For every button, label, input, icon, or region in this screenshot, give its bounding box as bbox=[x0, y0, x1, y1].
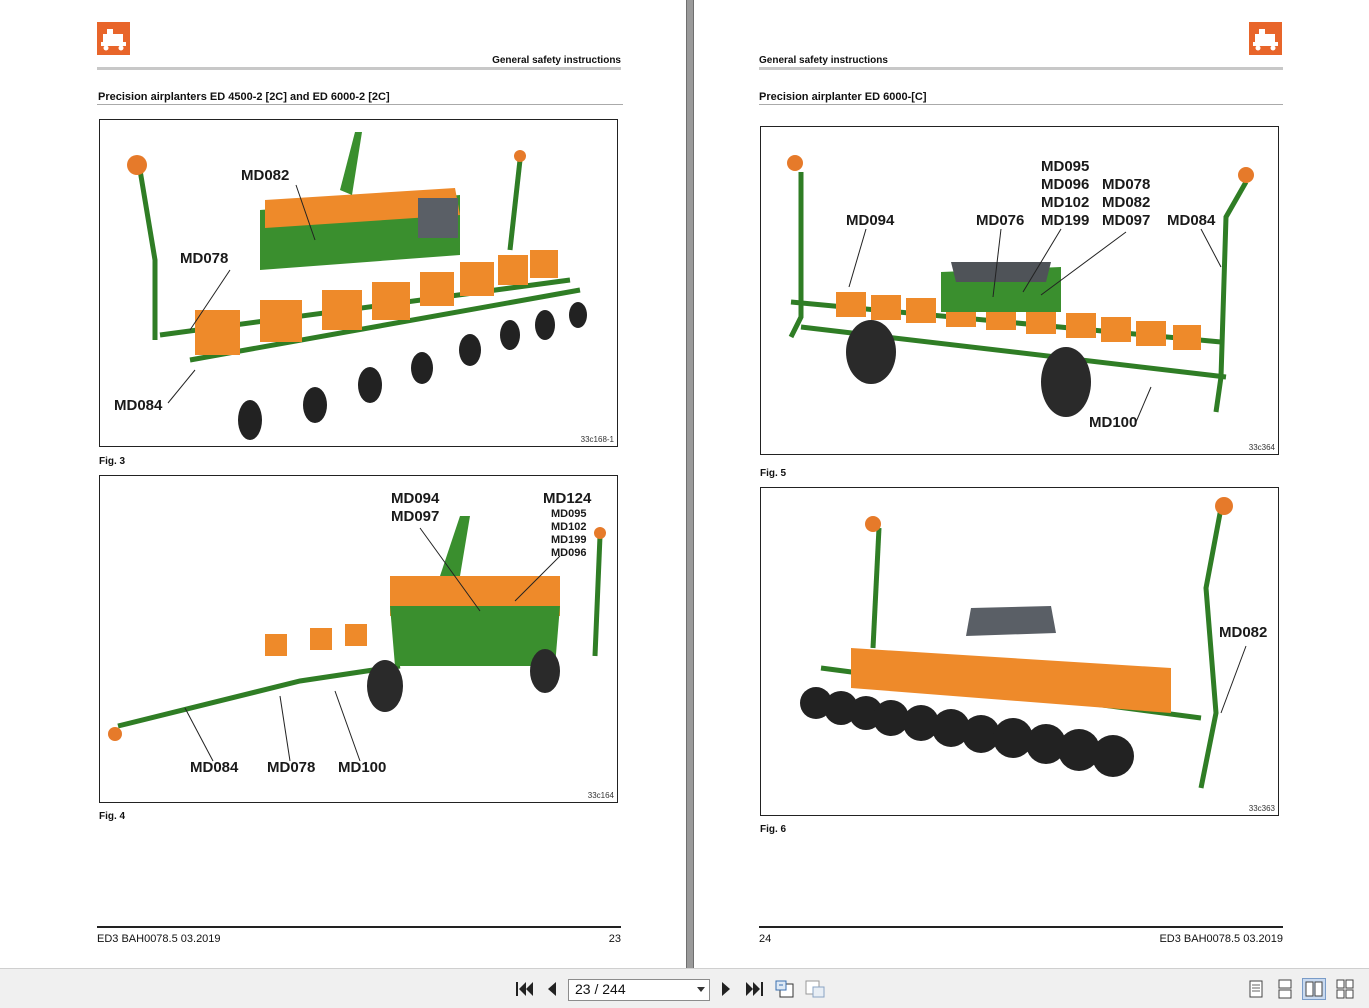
page-header-title: General safety instructions bbox=[759, 55, 888, 66]
callout-md084: MD084 bbox=[1167, 212, 1216, 229]
figure-6-image: MD082 33c363 bbox=[760, 487, 1279, 816]
callout-md078: MD078 bbox=[180, 250, 229, 267]
chevron-down-icon bbox=[697, 987, 705, 992]
callout-md095: MD095 bbox=[1041, 158, 1090, 175]
callout-md097: MD097 bbox=[391, 508, 440, 525]
page-number-select[interactable]: 23 / 244 bbox=[568, 979, 710, 1001]
callout-md084: MD084 bbox=[114, 397, 163, 414]
callout-md100: MD100 bbox=[1089, 414, 1138, 431]
callout-md199: MD199 bbox=[1041, 212, 1090, 229]
figure-code: 33c168-1 bbox=[580, 435, 614, 444]
figure-code: 33c164 bbox=[587, 791, 614, 800]
figure-code: 33c364 bbox=[1248, 443, 1275, 452]
callout-md096: MD096 bbox=[1041, 176, 1090, 193]
figure-3-image: MD082 MD078 MD084 33c168-1 bbox=[99, 119, 618, 447]
single-page-view-icon[interactable] bbox=[1244, 978, 1268, 1000]
footer-rule bbox=[759, 926, 1283, 928]
two-page-continuous-view-icon[interactable] bbox=[1333, 978, 1357, 1000]
figure-caption: Fig. 6 bbox=[760, 824, 787, 835]
page-divider bbox=[686, 0, 694, 968]
viewer-toolbar: 23 / 244 bbox=[0, 968, 1369, 1008]
amazone-logo bbox=[97, 22, 130, 55]
callout-md102: MD102 bbox=[1041, 194, 1090, 211]
right-page: General safety instructions Precision ai… bbox=[694, 0, 1369, 968]
figure-5-image: MD095 MD096 MD078 MD102 MD082 MD094 MD07… bbox=[760, 126, 1279, 455]
callout-md096: MD096 bbox=[551, 547, 587, 559]
figure-caption: Fig. 4 bbox=[99, 811, 126, 822]
callout-md095: MD095 bbox=[551, 508, 587, 520]
amazone-logo bbox=[1249, 22, 1282, 55]
footer-doc-ref: ED3 BAH0078.5 03.2019 bbox=[97, 933, 221, 945]
section-rule bbox=[759, 104, 1283, 105]
go-back-view-icon[interactable] bbox=[773, 978, 797, 1000]
footer-rule bbox=[97, 926, 621, 928]
header-rule bbox=[759, 67, 1283, 70]
callout-md097: MD097 bbox=[1102, 212, 1151, 229]
callout-md100: MD100 bbox=[338, 759, 387, 776]
callout-md082: MD082 bbox=[241, 167, 290, 184]
callout-md078: MD078 bbox=[1102, 176, 1151, 193]
section-title: Precision airplanters ED 4500-2 [2C] and… bbox=[98, 91, 390, 103]
callout-md078: MD078 bbox=[267, 759, 316, 776]
previous-page-icon[interactable] bbox=[540, 978, 564, 1000]
callout-md094: MD094 bbox=[391, 490, 440, 507]
page-number: 24 bbox=[759, 933, 772, 945]
next-page-icon[interactable] bbox=[714, 978, 738, 1000]
callout-md076: MD076 bbox=[976, 212, 1025, 229]
callout-md199: MD199 bbox=[551, 534, 587, 546]
callout-md094: MD094 bbox=[846, 212, 895, 229]
figure-caption: Fig. 5 bbox=[760, 468, 787, 479]
callout-md084: MD084 bbox=[190, 759, 239, 776]
figure-code: 33c363 bbox=[1248, 804, 1275, 813]
page-number: 23 bbox=[608, 933, 621, 945]
callout-md082: MD082 bbox=[1219, 624, 1268, 641]
last-page-icon[interactable] bbox=[743, 978, 767, 1000]
first-page-icon[interactable] bbox=[512, 978, 536, 1000]
go-forward-view-icon[interactable] bbox=[803, 978, 827, 1000]
section-title: Precision airplanter ED 6000-[C] bbox=[759, 91, 927, 103]
callout-md082: MD082 bbox=[1102, 194, 1151, 211]
section-rule bbox=[97, 104, 623, 105]
figure-4-image: MD094 MD097 MD124 MD095 MD102 MD199 MD09… bbox=[99, 475, 618, 803]
page-indicator: 23 / 244 bbox=[575, 981, 626, 997]
page-header-title: General safety instructions bbox=[492, 55, 621, 66]
footer-doc-ref: ED3 BAH0078.5 03.2019 bbox=[1159, 933, 1283, 945]
figure-caption: Fig. 3 bbox=[99, 456, 126, 467]
callout-md124: MD124 bbox=[543, 490, 592, 507]
left-page: General safety instructions Precision ai… bbox=[0, 0, 686, 968]
two-page-view-icon[interactable] bbox=[1302, 978, 1326, 1000]
continuous-view-icon[interactable] bbox=[1273, 978, 1297, 1000]
callout-md102: MD102 bbox=[551, 521, 587, 533]
header-rule bbox=[97, 67, 621, 70]
